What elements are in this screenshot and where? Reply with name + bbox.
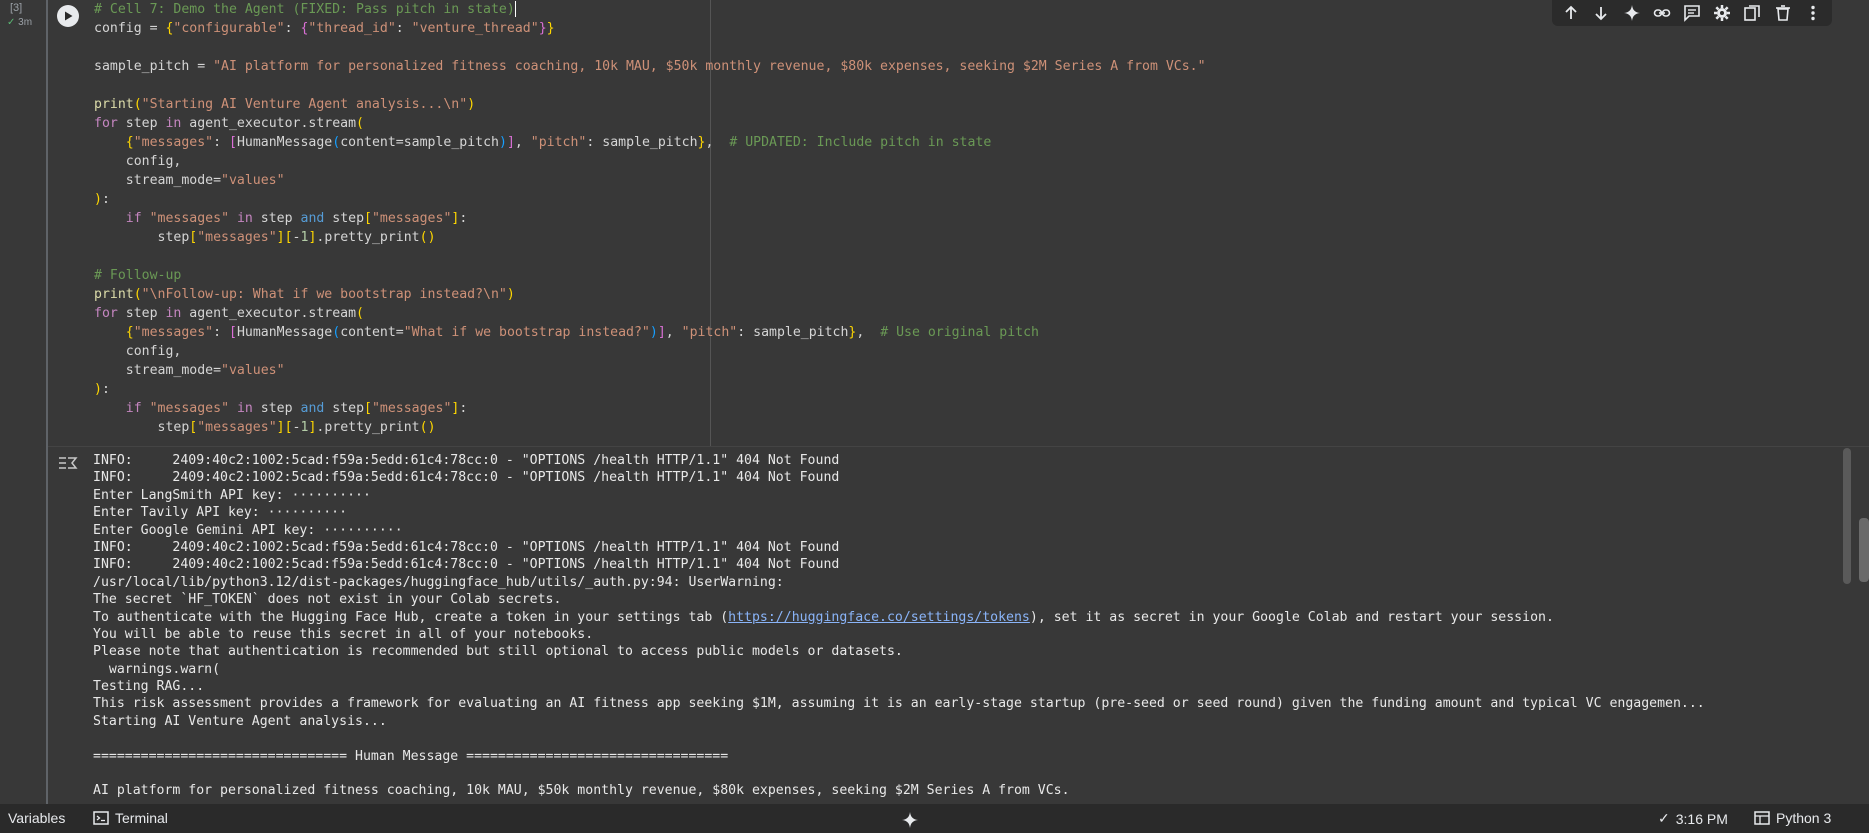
output-line: INFO: 2409:40c2:1002:5cad:f59a:5edd:61c4…: [93, 470, 840, 486]
code-line[interactable]: sample_pitch = "AI platform for personal…: [94, 57, 1206, 76]
comment-icon: [1684, 5, 1700, 22]
terminal-button[interactable]: Terminal: [93, 810, 168, 826]
code-line[interactable]: config,: [94, 152, 1206, 171]
code-line[interactable]: if "messages" in step and step["messages…: [94, 399, 1206, 418]
output-text: INFO: 2409:40c2:1002:5cad:f59a:5edd:61c4…: [93, 452, 1705, 800]
output-line: You will be able to reuse this secret in…: [93, 626, 594, 642]
copy-link-button[interactable]: [1651, 2, 1673, 24]
add-comment-button[interactable]: [1681, 2, 1703, 24]
move-down-button[interactable]: [1590, 2, 1612, 24]
execution-status: ✓ 3m: [7, 17, 32, 28]
more-actions-button[interactable]: [1802, 2, 1824, 24]
output-menu-icon: [59, 457, 78, 469]
code-line[interactable]: [94, 247, 1206, 266]
output-line: Please note that authentication is recom…: [93, 644, 903, 660]
gear-icon: [1714, 5, 1731, 21]
runtime-label: Python 3: [1776, 810, 1832, 826]
code-line[interactable]: # Follow-up: [94, 266, 1206, 285]
text-cursor: [514, 1, 516, 17]
code-line[interactable]: [94, 76, 1206, 95]
cell-settings-button[interactable]: [1711, 2, 1733, 24]
page-scrollbar[interactable]: [1859, 518, 1869, 582]
play-icon: [65, 11, 73, 21]
output-line: This risk assessment provides a framewor…: [93, 696, 1705, 712]
link-icon: [1653, 9, 1671, 17]
execution-count: [3]: [10, 2, 23, 14]
output-scrollbar[interactable]: [1843, 448, 1851, 584]
output-line: INFO: 2409:40c2:1002:5cad:f59a:5edd:61c4…: [93, 539, 840, 555]
code-line[interactable]: {"messages": [HumanMessage(content=sampl…: [94, 133, 1206, 152]
mirror-cell-button[interactable]: [1741, 2, 1763, 24]
delete-cell-button[interactable]: [1772, 2, 1794, 24]
output-line: INFO: 2409:40c2:1002:5cad:f59a:5edd:61c4…: [93, 453, 840, 468]
cell-gutter: [3] ✓ 3m: [0, 0, 46, 804]
hf-tokens-link[interactable]: https://huggingface.co/settings/tokens: [728, 610, 1030, 625]
sparkle-icon: [902, 812, 918, 828]
output-line: /usr/local/lib/python3.12/dist-packages/…: [93, 574, 792, 590]
check-icon: ✓: [1658, 810, 1670, 826]
output-line: AI platform for personalized fitness coa…: [93, 783, 1070, 799]
variables-button[interactable]: Variables: [8, 810, 65, 826]
move-up-button[interactable]: [1560, 2, 1582, 24]
code-editor[interactable]: # Cell 7: Demo the Agent (FIXED: Pass pi…: [94, 0, 1206, 437]
output-line: ================================ Human M…: [93, 748, 729, 764]
output-line: Starting AI Venture Agent analysis...: [93, 713, 387, 729]
terminal-icon: [93, 811, 109, 825]
output-line: To authenticate with the Hugging Face Hu…: [93, 609, 1554, 625]
output-line: INFO: 2409:40c2:1002:5cad:f59a:5edd:61c4…: [93, 557, 840, 573]
output-line: Testing RAG...: [93, 679, 205, 695]
sparkle-icon: [1623, 5, 1640, 21]
variables-label: Variables: [8, 810, 66, 826]
gemini-button[interactable]: [1621, 2, 1643, 24]
code-line[interactable]: stream_mode="values": [94, 171, 1206, 190]
trash-icon: [1775, 5, 1790, 21]
output-line: Enter Tavily API key: ··········: [93, 505, 348, 521]
code-line[interactable]: for step in agent_executor.stream(: [94, 114, 1206, 133]
gemini-status-button[interactable]: [901, 811, 919, 829]
code-line[interactable]: config = {"configurable": {"thread_id": …: [94, 19, 1206, 38]
code-line[interactable]: print("Starting AI Venture Agent analysi…: [94, 95, 1206, 114]
output-line: Enter LangSmith API key: ··········: [93, 487, 371, 503]
execution-time: 3m: [18, 17, 33, 28]
runtime-icon: [1754, 811, 1770, 825]
code-line[interactable]: step["messages"][-1].pretty_print(): [94, 228, 1206, 247]
code-line[interactable]: stream_mode="values": [94, 361, 1206, 380]
status-time: 3:16 PM: [1675, 810, 1728, 827]
runtime-status[interactable]: Python 3: [1754, 810, 1831, 826]
run-cell-button[interactable]: [57, 5, 79, 27]
code-line[interactable]: [94, 38, 1206, 57]
code-line[interactable]: step["messages"][-1].pretty_print(): [94, 418, 1206, 437]
mirror-cell-icon: [1744, 5, 1761, 21]
code-line[interactable]: print("\nFollow-up: What if we bootstrap…: [94, 285, 1206, 304]
cell-toolbar: [1552, 0, 1832, 26]
code-line[interactable]: ):: [94, 380, 1206, 399]
arrow-down-icon: [1595, 7, 1607, 21]
terminal-label: Terminal: [115, 810, 168, 826]
output-line: The secret `HF_TOKEN` does not exist in …: [93, 592, 562, 608]
execution-time-status[interactable]: ✓ 3:16 PM: [1658, 810, 1728, 827]
code-line[interactable]: if "messages" in step and step["messages…: [94, 209, 1206, 228]
code-line[interactable]: ):: [94, 190, 1206, 209]
code-line[interactable]: # Cell 7: Demo the Agent (FIXED: Pass pi…: [94, 0, 1206, 19]
more-vert-icon: [1811, 5, 1815, 21]
status-bar: Variables Terminal ✓ 3:16 PM Python 3: [0, 804, 1869, 833]
code-line[interactable]: config,: [94, 342, 1206, 361]
arrow-up-icon: [1565, 5, 1577, 19]
code-line[interactable]: {"messages": [HumanMessage(content="What…: [94, 323, 1206, 342]
output-line: warnings.warn(: [93, 661, 221, 677]
code-line[interactable]: for step in agent_executor.stream(: [94, 304, 1206, 323]
check-icon: ✓: [7, 17, 16, 28]
output-actions-button[interactable]: [58, 455, 78, 471]
output-line: Enter Google Gemini API key: ··········: [93, 522, 403, 538]
